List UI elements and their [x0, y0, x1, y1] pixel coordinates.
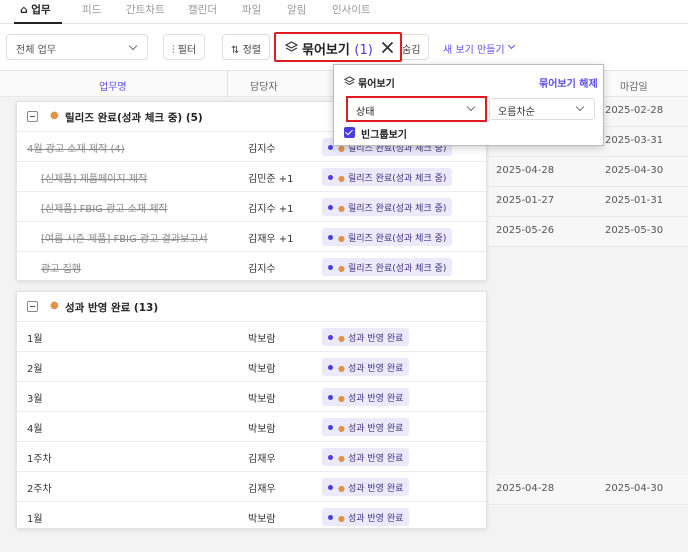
status-badge[interactable]: ● 성과 반영 완료: [322, 328, 410, 346]
medal-icon: ●: [50, 110, 59, 121]
table-row[interactable]: 3월 박보람 ● 성과 반영 완료: [17, 382, 486, 412]
group-by-popover: 묶어보기 묶어보기 해제 상태 오름차순 빈그룹보기: [333, 64, 604, 146]
sort-button[interactable]: ⇅ 정렬: [222, 34, 270, 60]
layers-icon: [344, 76, 355, 86]
table-row[interactable]: [신제품] 제품페이지 제작 김민준 +1 ● 릴리즈 완료(성과 체크 중): [17, 162, 486, 192]
chevron-down-icon: [466, 102, 476, 112]
medal-icon: ●: [50, 300, 59, 311]
medal-icon: ●: [338, 394, 345, 403]
table-row[interactable]: [여름 시즌 제품] FBIG 광고 결과보고서 김재우 +1 ● 릴리즈 완료(…: [17, 222, 486, 252]
table-row[interactable]: 1주차 김재우 ● 성과 반영 완료: [17, 442, 486, 472]
medal-icon: ●: [338, 174, 345, 183]
status-badge[interactable]: ● 성과 반영 완료: [322, 478, 410, 496]
group-order-select[interactable]: 오름차순: [489, 98, 595, 120]
medal-icon: ●: [338, 424, 345, 433]
status-badge[interactable]: ● 성과 반영 완료: [322, 448, 410, 466]
tab-insights[interactable]: 인사이트: [332, 2, 371, 17]
tab-feed[interactable]: 피드: [82, 2, 101, 17]
group-card-done: ● 성과 반영 완료 (13) 1월 박보람 ● 성과 반영 완료 2월 박보람 …: [16, 291, 487, 529]
status-badge[interactable]: ● 릴리즈 완료(성과 체크 중): [322, 258, 453, 276]
collapse-toggle[interactable]: [27, 111, 38, 122]
group-by-button[interactable]: 묶어보기 (1): [274, 32, 402, 62]
table-row[interactable]: 광고 집행 김지수 ● 릴리즈 완료(성과 체크 중): [17, 252, 486, 282]
show-empty-groups-checkbox[interactable]: [344, 127, 355, 138]
table-row[interactable]: 2025-04-28 2025-04-30: [488, 157, 688, 187]
status-badge[interactable]: ● 성과 반영 완료: [322, 388, 410, 406]
table-row[interactable]: 2주차 김재우 ● 성과 반영 완료: [17, 472, 486, 502]
col-task-name[interactable]: 업무명: [99, 78, 127, 93]
col-due[interactable]: 마감일: [620, 78, 648, 93]
tab-gantt[interactable]: 간트차트: [126, 2, 165, 17]
popover-title: 묶어보기: [358, 79, 395, 90]
status-badge[interactable]: ● 성과 반영 완료: [322, 358, 410, 376]
table-row[interactable]: 2025-05-26 2025-05-30: [488, 217, 688, 247]
scope-select[interactable]: 전체 업무: [6, 34, 148, 60]
close-icon[interactable]: [381, 41, 394, 54]
status-badge[interactable]: ● 릴리즈 완료(성과 체크 중): [322, 198, 453, 216]
layers-icon: [285, 41, 298, 52]
chevron-down-icon: [128, 41, 138, 51]
chevron-down-icon: [507, 41, 516, 50]
show-empty-groups-label: 빈그룹보기: [361, 130, 407, 141]
medal-icon: ●: [338, 514, 345, 523]
sliders-icon: ⫶: [172, 45, 175, 56]
table-row[interactable]: 2025-01-27 2025-01-31: [488, 187, 688, 217]
medal-icon: ●: [338, 484, 345, 493]
medal-icon: ●: [338, 204, 345, 213]
home-icon: ⌂: [20, 4, 28, 16]
tab-notifications[interactable]: 알림: [287, 2, 306, 17]
medal-icon: ●: [338, 334, 345, 343]
table-row[interactable]: 1월 박보람 ● 성과 반영 완료: [17, 502, 486, 532]
ungroup-button[interactable]: 묶어보기 해제: [539, 75, 598, 90]
medal-icon: ●: [338, 264, 345, 273]
collapse-toggle[interactable]: [27, 301, 38, 312]
view-tabs: ⌂ 업무 피드 간트차트 캘린더 파일 알림 인사이트: [0, 0, 688, 24]
status-badge[interactable]: ● 성과 반영 완료: [322, 508, 410, 526]
table-row[interactable]: 4월 박보람 ● 성과 반영 완료: [17, 412, 486, 442]
filter-button[interactable]: ⫶ 필터: [163, 34, 206, 60]
chevron-down-icon: [575, 102, 585, 112]
new-view-button[interactable]: 새 보기 만들기: [443, 41, 516, 56]
medal-icon: ●: [338, 454, 345, 463]
group-header[interactable]: ● 성과 반영 완료 (13): [17, 292, 486, 322]
column-divider: [227, 71, 228, 97]
tab-calendar[interactable]: 캘린더: [188, 2, 217, 17]
table-row[interactable]: 2월 박보람 ● 성과 반영 완료: [17, 352, 486, 382]
sort-icon: ⇅: [231, 45, 240, 56]
status-badge[interactable]: ● 릴리즈 완료(성과 체크 중): [322, 168, 453, 186]
table-row[interactable]: 2025-04-28 2025-04-30: [488, 475, 688, 505]
medal-icon: ●: [338, 234, 345, 243]
tab-files[interactable]: 파일: [242, 2, 261, 17]
table-row[interactable]: [신제품] FBIG 광고 소재 제작 김지수 +1 ● 릴리즈 완료(성과 체크…: [17, 192, 486, 222]
table-row[interactable]: 1월 박보람 ● 성과 반영 완료: [17, 322, 486, 352]
status-badge[interactable]: ● 성과 반영 완료: [322, 418, 410, 436]
group-field-select[interactable]: 상태: [346, 96, 487, 122]
tab-tasks[interactable]: ⌂ 업무: [20, 2, 51, 17]
status-badge[interactable]: ● 릴리즈 완료(성과 체크 중): [322, 228, 453, 246]
col-owner[interactable]: 담당자: [250, 78, 278, 93]
medal-icon: ●: [338, 364, 345, 373]
workspace-view: ⌂ 업무 피드 간트차트 캘린더 파일 알림 인사이트 전체 업무 ⫶ 필터 ⇅…: [0, 0, 688, 552]
